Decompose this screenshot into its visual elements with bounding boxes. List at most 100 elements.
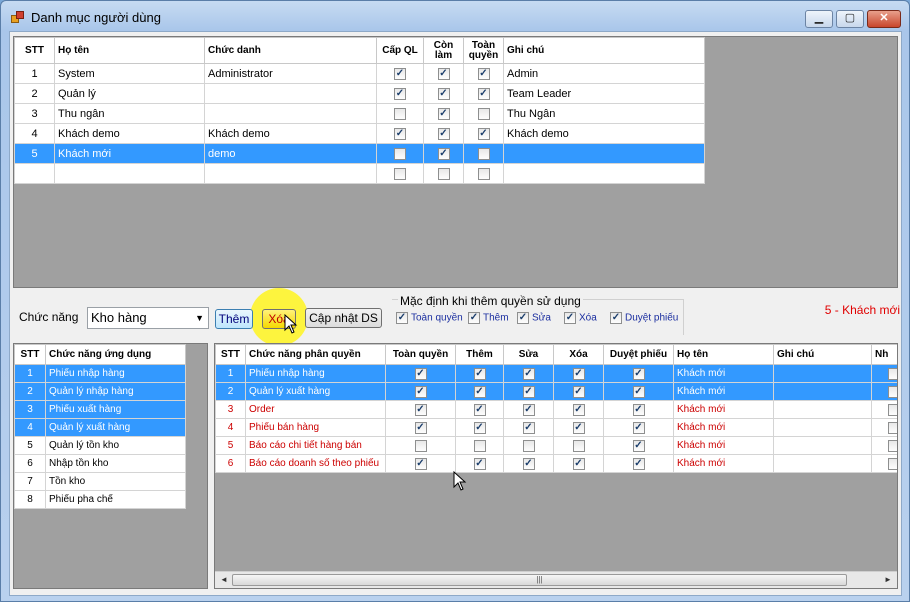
checkbox[interactable] [887, 457, 897, 470]
table-row[interactable]: 1 Phiếu nhập hàng [14, 364, 186, 383]
truncated-cell[interactable] [871, 382, 897, 401]
approve-cell[interactable] [603, 454, 674, 473]
function-name-cell[interactable]: Quản lý nhập hàng [45, 382, 186, 401]
note-cell[interactable] [773, 436, 872, 455]
add-cell[interactable] [455, 400, 504, 419]
note-cell[interactable]: Admin [503, 63, 705, 84]
full-access-cell[interactable] [385, 418, 456, 437]
table-row[interactable]: 5Báo cáo chi tiết hàng bán Khách mới [215, 436, 897, 455]
row-number-cell[interactable]: 2 [14, 83, 55, 104]
function-select[interactable]: Kho hàng ▼ [87, 307, 209, 329]
approve-cell[interactable] [603, 400, 674, 419]
function-name-cell[interactable]: Quản lý xuất hàng [245, 382, 386, 401]
user-name-cell[interactable]: Khách mới [673, 364, 774, 383]
checkbox[interactable] [396, 312, 408, 324]
approve-cell[interactable] [603, 364, 674, 383]
checkbox[interactable] [477, 87, 490, 100]
table-row[interactable]: 3Order Khách mới [215, 400, 897, 419]
row-number-cell[interactable]: 5 [14, 143, 55, 164]
table-row[interactable]: 5 Quản lý tồn kho [14, 436, 186, 455]
add-cell[interactable] [455, 382, 504, 401]
note-cell[interactable]: Khách demo [503, 123, 705, 144]
job-title-cell[interactable] [204, 163, 377, 184]
note-cell[interactable] [773, 418, 872, 437]
table-row[interactable]: 5 Khách mới demo [14, 143, 705, 164]
full-access-cell[interactable] [385, 454, 456, 473]
edit-cell[interactable] [503, 364, 554, 383]
note-cell[interactable] [773, 454, 872, 473]
checkbox[interactable] [572, 367, 585, 380]
table-row[interactable]: 1Phiếu nhập hàng Khách mới [215, 364, 897, 383]
checkbox[interactable] [522, 439, 535, 452]
checkbox[interactable] [477, 67, 490, 80]
checkbox[interactable] [572, 403, 585, 416]
checkbox[interactable] [477, 147, 490, 160]
full-access-cell[interactable] [463, 123, 504, 144]
note-cell[interactable]: Team Leader [503, 83, 705, 104]
col-header[interactable]: Xóa [553, 344, 604, 365]
function-name-cell[interactable]: Phiếu bán hàng [245, 418, 386, 437]
row-number-cell[interactable]: 7 [14, 472, 46, 491]
checkbox[interactable] [414, 421, 427, 434]
checkbox[interactable] [437, 107, 450, 120]
manager-level-cell[interactable] [376, 83, 424, 104]
update-list-button[interactable]: Cập nhật DS [305, 308, 382, 328]
manager-level-cell[interactable] [376, 63, 424, 84]
col-header[interactable]: Toàn quyền [385, 344, 456, 365]
checkbox[interactable] [572, 457, 585, 470]
col-header[interactable]: Cấp QL [376, 37, 424, 64]
checkbox[interactable] [473, 367, 486, 380]
edit-cell[interactable] [503, 436, 554, 455]
checkbox[interactable] [522, 421, 535, 434]
checkbox[interactable] [473, 403, 486, 416]
function-name-cell[interactable]: Nhập tồn kho [45, 454, 186, 473]
truncated-cell[interactable] [871, 436, 897, 455]
full-access-cell[interactable] [463, 163, 504, 184]
delete-cell[interactable] [553, 418, 604, 437]
col-header[interactable]: Toàn quyền [463, 37, 504, 64]
checkbox[interactable] [522, 457, 535, 470]
active-cell[interactable] [423, 143, 464, 164]
table-row[interactable]: 3 Phiếu xuất hàng [14, 400, 186, 419]
col-header[interactable]: STT [215, 344, 246, 365]
delete-cell[interactable] [553, 400, 604, 419]
maximize-button[interactable]: ▢ [836, 10, 864, 28]
table-row[interactable]: 2Quản lý xuất hàng Khách mới [215, 382, 897, 401]
table-row[interactable]: 4Khách demoKhách demoKhách demo [14, 123, 705, 144]
add-cell[interactable] [455, 418, 504, 437]
edit-cell[interactable] [503, 418, 554, 437]
name-cell[interactable]: Khách mới [54, 143, 205, 164]
function-name-cell[interactable]: Phiếu nhập hàng [245, 364, 386, 383]
row-number-cell[interactable]: 5 [14, 436, 46, 455]
full-access-cell[interactable] [463, 63, 504, 84]
note-cell[interactable] [773, 382, 872, 401]
checkbox[interactable] [610, 312, 622, 324]
checkbox[interactable] [632, 457, 645, 470]
note-cell[interactable] [773, 400, 872, 419]
active-cell[interactable] [423, 123, 464, 144]
checkbox[interactable] [564, 312, 576, 324]
add-button[interactable]: Thêm [215, 309, 253, 329]
full-access-cell[interactable] [385, 436, 456, 455]
edit-cell[interactable] [503, 382, 554, 401]
add-cell[interactable] [455, 436, 504, 455]
checkbox[interactable] [473, 421, 486, 434]
function-name-cell[interactable]: Quản lý xuất hàng [45, 418, 186, 437]
delete-cell[interactable] [553, 454, 604, 473]
name-cell[interactable]: Quản lý [54, 83, 205, 104]
close-button[interactable]: ✕ [867, 10, 901, 28]
default-option-add[interactable]: Thêm [468, 312, 509, 324]
note-cell[interactable] [503, 143, 705, 164]
note-cell[interactable] [773, 364, 872, 383]
checkbox[interactable] [522, 385, 535, 398]
table-row[interactable]: 4Phiếu bán hàng Khách mới [215, 418, 897, 437]
row-number-cell[interactable]: 4 [14, 418, 46, 437]
manager-level-cell[interactable] [376, 103, 424, 124]
col-header[interactable]: Chức danh [204, 37, 377, 64]
truncated-cell[interactable] [871, 418, 897, 437]
col-header[interactable]: Ghi chú [773, 344, 872, 365]
checkbox[interactable] [477, 167, 490, 180]
table-row[interactable]: 4 Quản lý xuất hàng [14, 418, 186, 437]
function-name-cell[interactable]: Phiếu pha chế [45, 490, 186, 509]
full-access-cell[interactable] [385, 382, 456, 401]
